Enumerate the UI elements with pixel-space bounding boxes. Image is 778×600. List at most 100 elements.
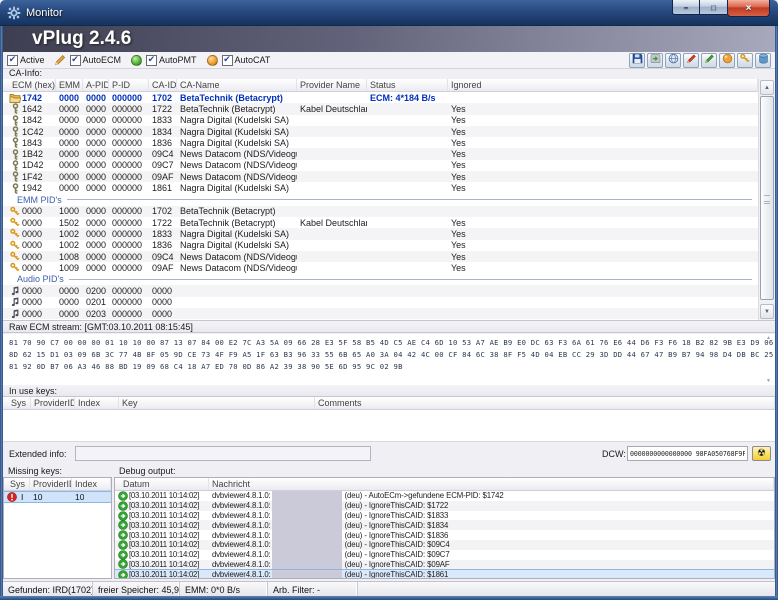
column-header[interactable]: Sys	[3, 397, 31, 409]
scroll-down-icon[interactable]: ▼	[760, 304, 774, 319]
debug-row[interactable]: [03.10.2011 10:14:02] dvbviewer4.8.1.0: (d…	[115, 500, 774, 511]
note-icon	[8, 309, 22, 319]
checkbox-active[interactable]: ✔	[7, 54, 18, 66]
close-icon: ×	[745, 2, 752, 14]
sys-value: I	[21, 492, 24, 502]
close-button[interactable]: ×	[727, 0, 770, 17]
hex-scroll-down-icon[interactable]: ▼	[766, 378, 771, 384]
window-border-left	[0, 26, 3, 600]
debug-row[interactable]: [03.10.2011 10:14:02] dvbviewer4.8.1.0: (d…	[115, 530, 774, 540]
column-header[interactable]: Index	[72, 478, 111, 490]
column-header[interactable]: ProviderID	[31, 397, 75, 409]
debug-row[interactable]: [03.10.2011 10:14:02] dvbviewer4.8.1.0: (d…	[115, 569, 774, 579]
table-row[interactable]: 1D42 0000 0000 000000 09C7 News Datacom (NDS/…	[3, 160, 758, 171]
pencil-green-button[interactable]	[701, 52, 717, 68]
raw-ecm-stream[interactable]: 81 70 90 C7 00 00 00 01 10 10 00 87 13 0…	[3, 334, 778, 385]
scrollbar-thumb[interactable]	[760, 96, 774, 300]
column-header[interactable]: Sys	[4, 478, 30, 490]
column-header[interactable]: P-ID	[109, 79, 149, 91]
column-header[interactable]: A-PID	[83, 79, 109, 91]
table-row[interactable]: 1642 0000 0000 000000 1722 BetaTechnik (Betac…	[3, 103, 758, 115]
column-header[interactable]: Status	[367, 79, 448, 91]
checkbox-autocat[interactable]: ✔	[221, 54, 233, 66]
import-button[interactable]	[647, 52, 663, 68]
table-row[interactable]: 0000 1002 0000 000000 1833 Nagra Digital (Kud…	[3, 228, 758, 240]
toolbar-buttons	[629, 52, 771, 68]
column-header[interactable]: Comments	[315, 397, 775, 409]
dcw-action-button[interactable]: ☢	[752, 446, 771, 461]
debug-source: dvbviewer4.8.1.0:	[212, 510, 271, 520]
column-header[interactable]: ECM (hex)	[3, 79, 56, 91]
extended-info-input[interactable]	[75, 446, 371, 461]
column-header[interactable]: Provider Name	[297, 79, 367, 91]
table-row[interactable]: 1B42 0000 0000 000000 09C4 News Datacom (NDS/…	[3, 148, 758, 160]
table-row[interactable]: 0000 1009 0000 000000 09AF News Datacom (NDS/…	[3, 262, 758, 273]
orange-ball-button[interactable]	[719, 52, 735, 68]
cell-text: Yes	[451, 171, 466, 182]
cell-text: 000000	[112, 308, 143, 319]
cell-text: 1722	[152, 217, 173, 228]
table-row[interactable]: 1742 0000 0000 000000 1702 BetaTechnik (Betac…	[3, 92, 758, 103]
checkbox-autopmt[interactable]: ✔	[146, 54, 158, 66]
hex-scroll-up-icon[interactable]: ▲	[766, 335, 771, 341]
save-button[interactable]	[629, 52, 645, 68]
table-row[interactable]: 0000 1008 0000 000000 09C4 News Datacom (NDS/…	[3, 250, 758, 263]
maximize-button[interactable]: □	[700, 0, 727, 15]
column-header[interactable]: Datum	[115, 478, 209, 490]
debug-row[interactable]: [03.10.2011 10:14:02] dvbviewer4.8.1.0: (d…	[115, 510, 774, 521]
window-title: Monitor	[26, 6, 63, 19]
hex-scrollbar[interactable]: ▲ ▼	[763, 335, 774, 384]
cell-text: 0000	[59, 103, 80, 114]
debug-source: dvbviewer4.8.1.0:	[212, 540, 271, 550]
column-header[interactable]: Index	[75, 397, 119, 409]
debug-row[interactable]: [03.10.2011 10:14:02] dvbviewer4.8.1.0: (d…	[115, 559, 774, 570]
green-arrow-icon	[116, 520, 129, 531]
table-row[interactable]: 1842 0000 0000 000000 1833 Nagra Digital (Kud…	[3, 114, 758, 126]
table-row[interactable]: 0000 1000 0000 000000 1702 BetaTechnik (Betac…	[3, 205, 758, 217]
cell-text: 0000	[86, 126, 107, 137]
titlebar[interactable]: Monitor – □ ×	[0, 0, 778, 26]
debug-source: dvbviewer4.8.1.0:	[212, 520, 271, 530]
debug-row[interactable]: [03.10.2011 10:14:02] dvbviewer4.8.1.0: (d…	[115, 520, 774, 531]
column-header[interactable]: CA-Name	[177, 79, 297, 91]
toggle-label: Active	[20, 55, 45, 65]
cell-text: 0000	[22, 297, 43, 308]
cell-text: Yes	[451, 103, 466, 114]
column-header[interactable]: Nachricht	[209, 478, 774, 490]
globe-button[interactable]	[665, 52, 681, 68]
cell-text: 000000	[112, 126, 143, 137]
dcw-input[interactable]	[627, 446, 748, 461]
debug-row[interactable]: [03.10.2011 10:14:02] dvbviewer4.8.1.0: (d…	[115, 549, 774, 560]
table-row[interactable]: 1942 0000 0000 000000 1861 Nagra Digital (Kud…	[3, 182, 758, 194]
table-row[interactable]: 0000 0000 0203 000000 0000	[3, 308, 758, 320]
debug-row[interactable]: [03.10.2011 10:14:02] dvbviewer4.8.1.0: (d…	[115, 491, 774, 501]
table-scrollbar[interactable]: ▲ ▼	[758, 79, 775, 320]
debug-header: Datum Nachricht	[115, 478, 774, 491]
key-gold-button[interactable]	[737, 52, 753, 68]
database-button[interactable]	[755, 52, 771, 68]
cell-text: News Datacom (NDS/Videoguard)	[180, 262, 297, 273]
table-row[interactable]: 0000 0000 0200 000000 0000	[3, 285, 758, 297]
table-row[interactable]: 0000 0000 0201 000000 0000	[3, 297, 758, 308]
debug-row[interactable]: [03.10.2011 10:14:02] dvbviewer4.8.1.0: (d…	[115, 539, 774, 550]
column-header[interactable]: EMM	[56, 79, 83, 91]
debug-source: dvbviewer4.8.1.0:	[212, 570, 271, 579]
column-header[interactable]: Key	[119, 397, 315, 409]
column-header[interactable]: Ignored	[448, 79, 758, 91]
cell-text: 000000	[112, 137, 143, 148]
table-row[interactable]: 0000 1002 0000 000000 1836 Nagra Digital (Kud…	[3, 240, 758, 251]
minimize-button[interactable]: –	[672, 0, 700, 15]
pencil-red-button[interactable]	[683, 52, 699, 68]
status-segment-empty	[358, 582, 775, 597]
table-row[interactable]: 1843 0000 0000 000000 1836 Nagra Digital (Kud…	[3, 137, 758, 149]
table-row[interactable]: 0000 1502 0000 000000 1722 BetaTechnik (Betac…	[3, 217, 758, 228]
column-header[interactable]: ProviderID	[30, 478, 72, 490]
table-row[interactable]: 1C42 0000 0000 000000 1834 Nagra Digital (Kud…	[3, 125, 758, 138]
scroll-up-icon[interactable]: ▲	[760, 80, 774, 95]
missing-key-row[interactable]: I 10 10	[4, 491, 111, 503]
table-row[interactable]: 1F42 0000 0000 000000 09AF News Datacom (NDS/…	[3, 171, 758, 183]
hex-line: 81 70 90 C7 00 00 00 01 10 10 00 87 13 0…	[9, 338, 778, 347]
cell-text: 0000	[22, 251, 43, 262]
column-header[interactable]: CA-ID	[149, 79, 177, 91]
checkbox-autoecm[interactable]: ✔	[69, 54, 81, 66]
